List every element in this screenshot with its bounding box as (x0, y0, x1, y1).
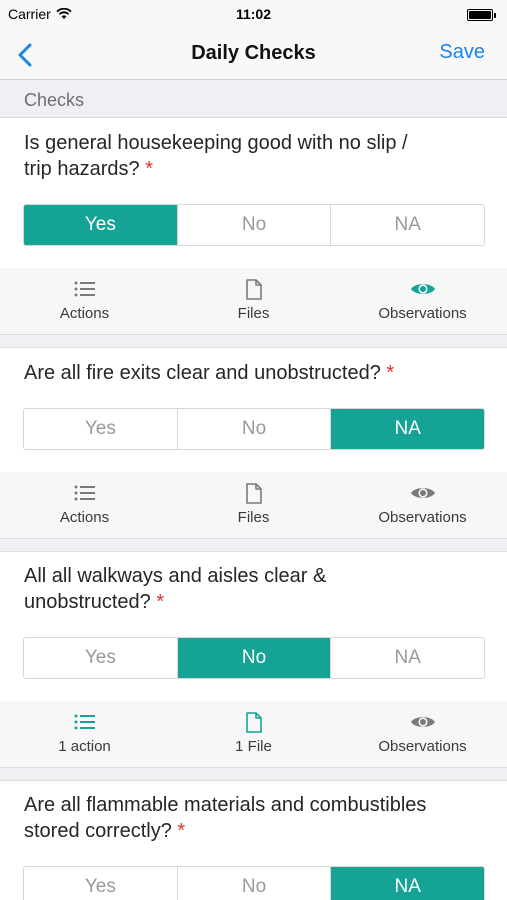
required-marker: * (386, 362, 395, 384)
answer-no-button[interactable]: No (177, 638, 332, 678)
answer-segmented-control: Yes No NA (23, 204, 485, 246)
divider (0, 538, 507, 552)
files-button[interactable]: Files (169, 268, 338, 334)
files-button[interactable]: Files (169, 472, 338, 538)
answer-no-button[interactable]: No (178, 867, 332, 900)
observations-button[interactable]: Observations (338, 472, 507, 538)
actions-button[interactable]: Actions (0, 472, 169, 538)
status-bar: Carrier 11:02 (0, 0, 507, 30)
navigation-bar: Daily Checks Save (0, 30, 507, 80)
actions-button[interactable]: 1 action (0, 701, 169, 767)
required-marker: * (145, 158, 153, 180)
answer-na-button[interactable]: NA (331, 638, 484, 678)
actions-label: Actions (59, 509, 110, 526)
list-icon (74, 278, 96, 300)
answer-segmented-control: Yes No NA (23, 866, 485, 900)
answer-yes-button[interactable]: Yes (24, 409, 178, 449)
question-toolbar: Actions Files Observations (0, 268, 507, 334)
observations-label: Observations (378, 509, 467, 526)
question-text: All all walkways and aisles clear & unob… (24, 563, 484, 615)
actions-label: Actions (59, 305, 110, 322)
answer-segmented-control: Yes No NA (23, 408, 485, 450)
eye-icon (410, 278, 436, 300)
answer-no-button[interactable]: No (178, 205, 332, 245)
list-icon (74, 711, 96, 733)
answer-yes-button[interactable]: Yes (24, 638, 178, 678)
question-text: Is general housekeeping good with no sli… (24, 130, 484, 182)
answer-na-button[interactable]: NA (331, 867, 484, 900)
divider (0, 334, 507, 348)
observations-button[interactable]: Observations (338, 701, 507, 767)
files-label: Files (237, 305, 270, 322)
actions-button[interactable]: Actions (0, 268, 169, 334)
observations-label: Observations (378, 738, 467, 755)
question-text: Are all fire exits clear and unobstructe… (24, 360, 484, 386)
question-line: stored correctly? * (24, 820, 186, 842)
file-icon (245, 711, 262, 733)
file-icon (245, 278, 262, 300)
required-marker: * (156, 591, 165, 613)
question-line: unobstructed? * (24, 591, 165, 613)
question-toolbar: 1 action 1 File Observations (0, 701, 507, 767)
eye-icon (410, 711, 436, 733)
file-icon (245, 482, 262, 504)
answer-yes-button[interactable]: Yes (24, 867, 178, 900)
observations-label: Observations (378, 305, 467, 322)
section-header: Checks (0, 80, 507, 118)
save-button[interactable]: Save (439, 41, 485, 64)
files-label: 1 File (235, 738, 272, 755)
question-line: Is general housekeeping good with no sli… (24, 132, 408, 154)
answer-no-button[interactable]: No (178, 409, 332, 449)
answer-segmented-control: Yes No NA (23, 637, 485, 679)
question-text: Are all flammable materials and combusti… (24, 792, 484, 844)
observations-button[interactable]: Observations (338, 268, 507, 334)
question-line: All all walkways and aisles clear & (24, 565, 327, 587)
eye-icon (410, 482, 436, 504)
question-line: Are all fire exits clear and unobstructe… (24, 362, 395, 384)
page-title: Daily Checks (191, 42, 316, 64)
battery-icon (467, 9, 497, 21)
required-marker: * (177, 820, 186, 842)
question-line: Are all flammable materials and combusti… (24, 794, 427, 816)
list-icon (74, 482, 96, 504)
status-time: 11:02 (235, 6, 272, 22)
section-title: Checks (24, 90, 85, 110)
question-line: trip hazards? * (24, 158, 153, 180)
question-toolbar: Actions Files Observations (0, 472, 507, 538)
files-button[interactable]: 1 File (169, 701, 338, 767)
divider (0, 767, 507, 781)
answer-na-button[interactable]: NA (331, 205, 484, 245)
files-label: Files (237, 509, 270, 526)
actions-label: 1 action (58, 738, 111, 755)
answer-yes-button[interactable]: Yes (24, 205, 178, 245)
answer-na-button[interactable]: NA (331, 409, 484, 449)
